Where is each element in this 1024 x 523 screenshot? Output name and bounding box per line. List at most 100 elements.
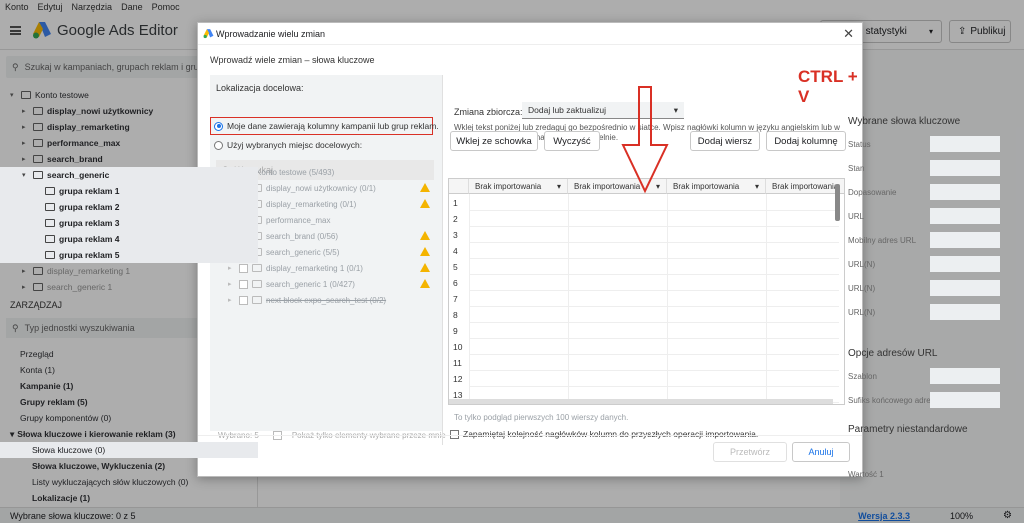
panel-label: Dopasowanie <box>848 188 897 197</box>
grid-column-line <box>766 194 767 399</box>
expand-open-icon[interactable]: ▾ <box>10 429 14 440</box>
grid-horizontal-scrollbar[interactable] <box>449 399 833 404</box>
grid-line <box>469 322 839 323</box>
row-number: 10 <box>453 342 463 352</box>
cancel-button[interactable]: Anuluj <box>792 442 850 462</box>
expand-closed-icon[interactable]: ▸ <box>228 296 235 304</box>
manage-item[interactable]: Konta (1) <box>0 362 258 378</box>
panel-field[interactable] <box>930 136 1000 152</box>
tree-item-label: Konto testowe <box>35 90 89 100</box>
manage-item-label: Grupy reklam (5) <box>20 397 88 407</box>
expand-closed-icon[interactable]: ▸ <box>22 139 29 147</box>
location-label: search_generic (5/5) <box>266 247 340 257</box>
tree-item-label: grupa reklam 2 <box>59 202 120 212</box>
manage-item[interactable]: Słowa kluczowe (0) <box>0 442 258 458</box>
column-divider <box>442 75 443 445</box>
tree-item[interactable]: ▸ performance_max <box>0 135 258 151</box>
manage-item[interactable]: Przegląd <box>0 346 258 362</box>
panel-field[interactable] <box>930 368 1000 384</box>
column-header[interactable]: Brak importowania ▾ <box>469 179 568 194</box>
row-number: 1 <box>453 198 458 208</box>
remember-order-option[interactable]: Zapamiętaj kolejność nagłówków kolumn do… <box>450 429 758 439</box>
expand-open-icon[interactable]: ▾ <box>10 91 17 99</box>
tree-item-label: search_generic <box>47 170 110 180</box>
expand-closed-icon[interactable]: ▸ <box>22 267 29 275</box>
panel-field[interactable] <box>930 208 1000 224</box>
panel-field[interactable] <box>930 160 1000 176</box>
manage-item[interactable]: ▾ Słowa kluczowe i kierowanie reklam (3) <box>0 426 258 442</box>
radio1-label: Moje dane zawierają kolumny kampanii lub… <box>227 121 439 131</box>
add-row-button[interactable]: Dodaj wiersz <box>690 131 760 151</box>
dialog-subtitle: Wprowadź wiele zmian – słowa kluczowe <box>210 55 375 65</box>
manage-item[interactable]: Kampanie (1) <box>0 378 258 394</box>
paste-from-clipboard-button[interactable]: Wklej ze schowka <box>450 131 538 151</box>
column-header[interactable]: Brak importowania▾ <box>766 179 844 194</box>
row-number: 2 <box>453 214 458 224</box>
remember-checkbox[interactable] <box>450 429 459 439</box>
tree-item[interactable]: ▾ search_generic <box>0 167 258 183</box>
tree-item[interactable]: ▸ search_generic 1 <box>0 279 258 295</box>
grid-vertical-scrollbar[interactable] <box>835 184 840 221</box>
row-number: 4 <box>453 246 458 256</box>
location-label: next block expo_search_test (0/2) <box>266 295 387 305</box>
tree-item[interactable]: ▸ search_brand <box>0 151 258 167</box>
panel-field[interactable] <box>930 280 1000 296</box>
panel-field[interactable] <box>930 392 1000 408</box>
process-button[interactable]: Przetwórz <box>713 442 787 462</box>
tree-item[interactable]: grupa reklam 1 <box>0 183 258 199</box>
panel-field[interactable] <box>930 304 1000 320</box>
manage-item[interactable]: Listy wykluczających słów kluczowych (0) <box>0 474 258 490</box>
row-number: 5 <box>453 262 458 272</box>
location-checkbox[interactable] <box>239 295 248 305</box>
column-header-label: Brak importowania <box>475 181 542 191</box>
expand-closed-icon[interactable]: ▸ <box>22 283 29 291</box>
close-icon[interactable]: ✕ <box>843 26 854 42</box>
tree-item[interactable]: ▸ display_remarketing <box>0 119 258 135</box>
expand-closed-icon[interactable]: ▸ <box>22 155 29 163</box>
panel-field[interactable] <box>930 256 1000 272</box>
tree-item[interactable]: grupa reklam 3 <box>0 215 258 231</box>
dropdown-icon[interactable]: ▾ <box>755 182 759 191</box>
expand-open-icon[interactable]: ▾ <box>22 171 29 179</box>
warning-icon <box>420 199 430 208</box>
tree-item[interactable]: grupa reklam 2 <box>0 199 258 215</box>
panel-field[interactable] <box>930 184 1000 200</box>
expand-closed-icon[interactable]: ▸ <box>22 123 29 131</box>
grid-line <box>469 258 839 259</box>
tree-item[interactable]: ▸ display_nowi użytkownicy <box>0 103 258 119</box>
clear-button[interactable]: Wyczyść <box>544 131 600 151</box>
tree-item[interactable]: ▸ display_remarketing 1 <box>0 263 258 279</box>
expand-closed-icon[interactable]: ▸ <box>22 107 29 115</box>
grid-line <box>469 386 839 387</box>
import-grid[interactable]: Brak importowania ▾ Brak importowania ▾ Brak… <box>448 178 845 405</box>
manage-item-label: Słowa kluczowe, Wykluczenia (2) <box>32 461 166 471</box>
column-header-label: Brak importowania <box>673 181 740 191</box>
dropdown-icon[interactable]: ▾ <box>557 182 561 191</box>
grid-corner <box>449 179 469 194</box>
bulk-changes-dialog: Wprowadzanie wielu zmian ✕ Wprowadź wiel… <box>197 22 863 477</box>
manage-item[interactable]: Słowa kluczowe, Wykluczenia (2) <box>0 458 258 474</box>
manage-item-label: Słowa kluczowe (0) <box>32 445 106 455</box>
row-number: 7 <box>453 294 458 304</box>
add-column-button[interactable]: Dodaj kolumnę <box>766 131 846 151</box>
annotation-arrow-icon <box>621 86 669 194</box>
manage-item[interactable]: Lokalizacje (1) <box>0 490 258 506</box>
ad-group-icon <box>45 235 55 243</box>
bulk-change-value: Dodaj lub zaktualizuj <box>528 105 606 115</box>
tree-item[interactable]: ▾ Konto testowe <box>0 87 258 103</box>
column-header[interactable]: Brak importowania ▾ <box>667 179 766 194</box>
grid-column-line <box>667 194 668 399</box>
manage-item[interactable]: Grupy komponentów (0) <box>0 410 258 426</box>
grid-line <box>469 370 839 371</box>
panel-label: URL <box>848 212 865 221</box>
location-label: search_brand (0/56) <box>266 231 339 241</box>
location-label: display_remarketing (0/1) <box>266 199 357 209</box>
row-number: 8 <box>453 310 458 320</box>
tree-item-label: display_remarketing <box>47 122 130 132</box>
manage-item[interactable]: Grupy reklam (5) <box>0 394 258 410</box>
tree-item[interactable]: grupa reklam 4 <box>0 231 258 247</box>
panel-field[interactable] <box>930 232 1000 248</box>
tree-item[interactable]: grupa reklam 5 <box>0 247 258 263</box>
panel-label: Status <box>848 140 871 149</box>
tree-item-label: search_brand <box>47 154 103 164</box>
